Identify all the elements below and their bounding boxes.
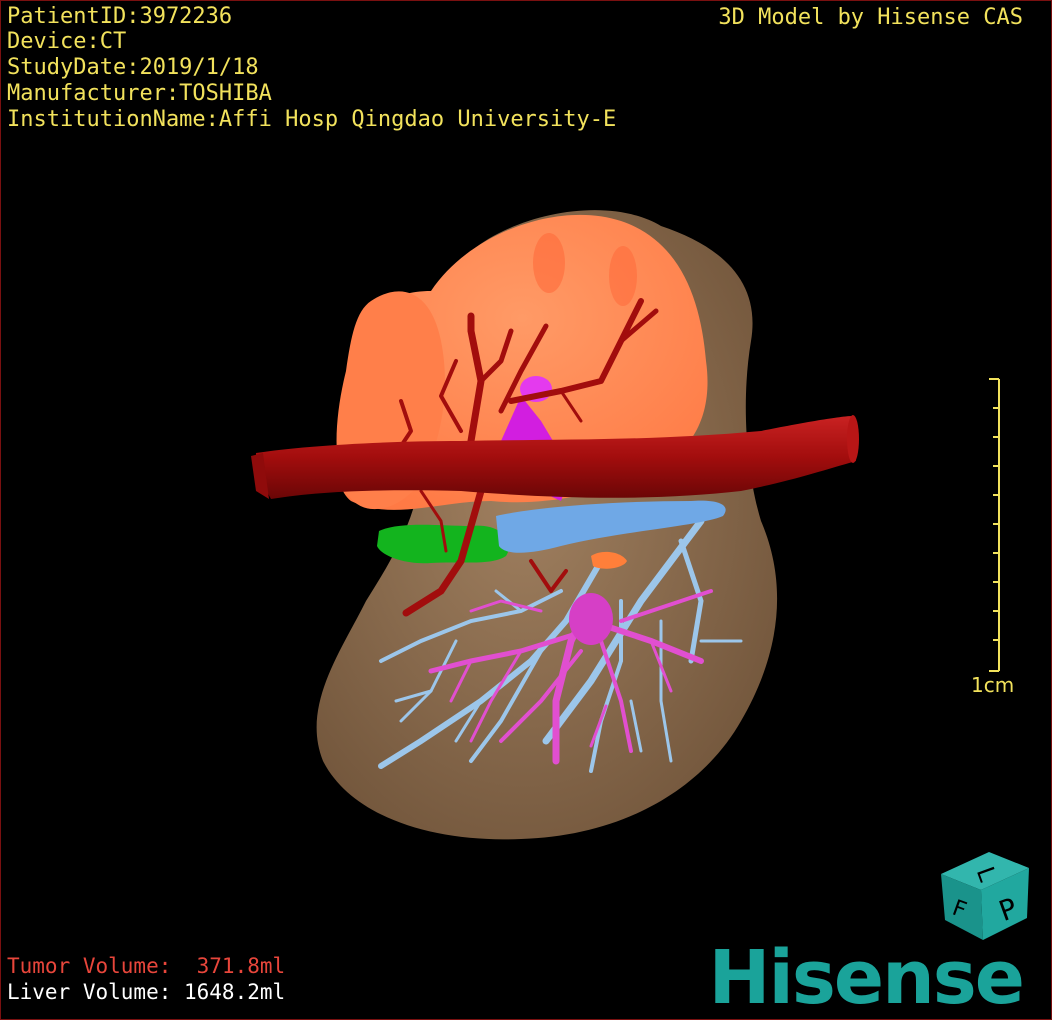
liver-3d-model[interactable]: [1, 1, 1051, 1019]
manufacturer-text: Manufacturer:TOSHIBA: [7, 81, 272, 106]
aorta-end: [847, 415, 859, 463]
brand-credit-text: 3D Model by Hisense CAS: [718, 5, 1023, 30]
tumor-volume-text: Tumor Volume: 371.8ml: [7, 954, 286, 978]
scale-bar-label: 1cm: [971, 673, 1015, 697]
scale-bar: [989, 378, 1000, 672]
orientation-cube[interactable]: L P F: [931, 846, 1041, 946]
portal-confluence: [569, 593, 613, 645]
3d-viewport[interactable]: PatientID:3972236 Device:CT StudyDate:20…: [0, 0, 1052, 1020]
device-text: Device:CT: [7, 29, 127, 54]
liver-volume-text: Liver Volume: 1648.2ml: [7, 980, 286, 1004]
patient-id-text: PatientID:3972236: [7, 4, 233, 29]
tumor-highlight: [533, 233, 565, 293]
institution-text: InstitutionName:Affi Hosp Qingdao Univer…: [7, 107, 617, 132]
hisense-logo: Hisense: [708, 935, 1025, 1020]
tumor-highlight-2: [609, 246, 637, 306]
study-date-text: StudyDate:2019/1/18: [7, 55, 259, 80]
